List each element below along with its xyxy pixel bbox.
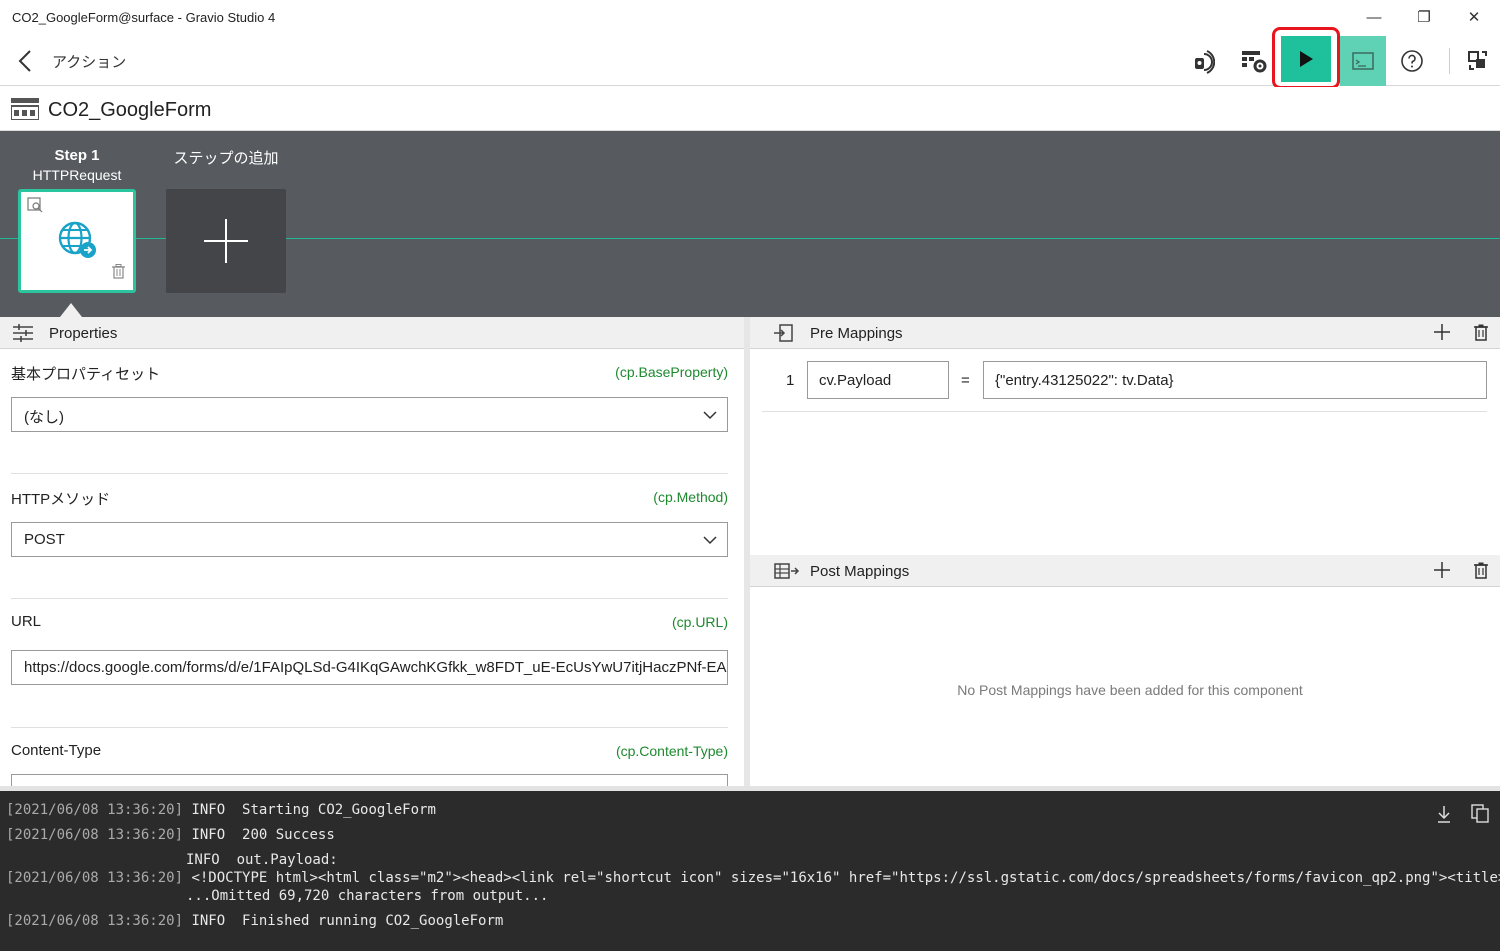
- plus-icon: [204, 219, 248, 263]
- chevron-down-icon: [703, 536, 717, 545]
- console-line: INFO out.Payload:: [186, 852, 338, 868]
- console-output: [2021/06/08 13:36:20] INFO Starting CO2_…: [0, 791, 1500, 951]
- pre-mappings-title: Pre Mappings: [810, 325, 903, 342]
- sliders-icon: [12, 324, 34, 346]
- properties-header: Properties: [0, 317, 744, 349]
- console-line: [2021/06/08 13:36:20] INFO Finished runn…: [6, 913, 504, 929]
- delete-post-mapping-icon[interactable]: [1474, 562, 1488, 583]
- url-var: (cp.URL): [671, 614, 728, 630]
- add-step-button[interactable]: [166, 189, 286, 293]
- properties-body: 基本プロパティセット (cp.BaseProperty) (なし) HTTPメソ…: [0, 350, 744, 786]
- step1-type: HTTPRequest: [32, 167, 122, 183]
- pre-mapping-icon: [774, 324, 794, 346]
- url-value: https://docs.google.com/forms/d/e/1FAIpQ…: [24, 659, 727, 676]
- base-property-select[interactable]: (なし): [11, 397, 728, 432]
- step1-card[interactable]: [18, 189, 136, 293]
- toolbar-divider: [1449, 48, 1450, 74]
- http-method-var: (cp.Method): [653, 489, 728, 505]
- http-method-label: HTTPメソッド: [11, 491, 111, 508]
- preview-icon[interactable]: [27, 197, 43, 218]
- http-method-value: POST: [24, 531, 65, 548]
- back-icon[interactable]: [14, 48, 38, 74]
- post-mapping-icon: [774, 562, 800, 584]
- action-icon: [10, 98, 40, 125]
- delete-pre-mapping-icon[interactable]: [1474, 324, 1488, 345]
- add-pre-mapping-icon[interactable]: [1434, 324, 1450, 344]
- page-title: CO2_GoogleForm: [48, 99, 212, 121]
- run-button[interactable]: [1281, 36, 1331, 82]
- url-label: URL: [11, 613, 42, 630]
- pre-mapping-row: 1 cv.Payload = {"entry.43125022": tv.Dat…: [750, 350, 1500, 410]
- base-property-label: 基本プロパティセット: [11, 366, 161, 383]
- restore-button[interactable]: ❐: [1406, 6, 1442, 30]
- settings-table-icon[interactable]: [1236, 44, 1272, 78]
- divider: [11, 473, 728, 474]
- pre-mapping-operator: =: [961, 372, 970, 389]
- pre-mapping-right-value: {"entry.43125022": tv.Data}: [995, 372, 1174, 389]
- window-title: CO2_GoogleForm@surface - Gravio Studio 4: [12, 10, 276, 25]
- toolbar: アクション: [0, 27, 1500, 89]
- steps-bar: Step 1 HTTPRequest ステップの追加: [0, 131, 1500, 317]
- post-mappings-title: Post Mappings: [810, 563, 910, 580]
- divider: [11, 598, 728, 599]
- http-method-select[interactable]: POST: [11, 522, 728, 557]
- console-log-icon: [1352, 52, 1374, 70]
- console-line: [2021/06/08 13:36:20] INFO Starting CO2_…: [6, 802, 436, 818]
- chevron-down-icon: [703, 411, 717, 420]
- action-header: CO2_GoogleForm: [0, 87, 1500, 131]
- console-line: ...Omitted 69,720 characters from output…: [186, 888, 549, 904]
- console-line: [2021/06/08 13:36:20] INFO 200 Success: [6, 827, 335, 843]
- run-button-highlight: [1272, 27, 1340, 89]
- pre-mapping-left-value: cv.Payload: [819, 372, 892, 389]
- add-post-mapping-icon[interactable]: [1434, 562, 1450, 582]
- download-icon[interactable]: [1437, 805, 1451, 827]
- pre-mapping-right-field[interactable]: {"entry.43125022": tv.Data}: [983, 361, 1487, 399]
- divider: [11, 727, 728, 728]
- broadcast-icon[interactable]: [1184, 44, 1220, 78]
- content-type-var: (cp.Content-Type): [615, 743, 728, 759]
- post-mappings-header: Post Mappings: [750, 555, 1500, 587]
- breadcrumb: アクション: [52, 54, 127, 71]
- run-icon: [1300, 51, 1313, 67]
- post-mappings-empty-text: No Post Mappings have been added for thi…: [957, 682, 1303, 698]
- delete-step-icon[interactable]: [112, 264, 125, 284]
- close-button[interactable]: ✕: [1456, 6, 1492, 30]
- base-property-var: (cp.BaseProperty): [615, 364, 728, 380]
- url-field[interactable]: https://docs.google.com/forms/d/e/1FAIpQ…: [11, 650, 728, 685]
- help-icon[interactable]: [1394, 44, 1430, 78]
- pre-mappings-header: Pre Mappings: [750, 317, 1500, 349]
- add-step-label: ステップの追加: [173, 150, 279, 167]
- properties-title: Properties: [49, 325, 118, 342]
- content-type-label: Content-Type: [11, 742, 102, 759]
- pre-mapping-index: 1: [786, 372, 795, 389]
- copy-icon[interactable]: [1471, 804, 1489, 827]
- step1-title: Step 1: [54, 147, 100, 164]
- base-property-value: (なし): [24, 409, 64, 426]
- minimize-button[interactable]: —: [1356, 6, 1392, 30]
- selected-step-pointer: [60, 303, 82, 317]
- globe-request-icon: [57, 220, 99, 267]
- console-line: [2021/06/08 13:36:20] <!DOCTYPE html><ht…: [6, 870, 1500, 886]
- content-type-field[interactable]: [11, 774, 728, 786]
- sync-icon[interactable]: [1460, 44, 1496, 78]
- divider: [762, 411, 1487, 412]
- pre-mapping-left-field[interactable]: cv.Payload: [807, 361, 949, 399]
- console-log-button[interactable]: [1340, 36, 1386, 86]
